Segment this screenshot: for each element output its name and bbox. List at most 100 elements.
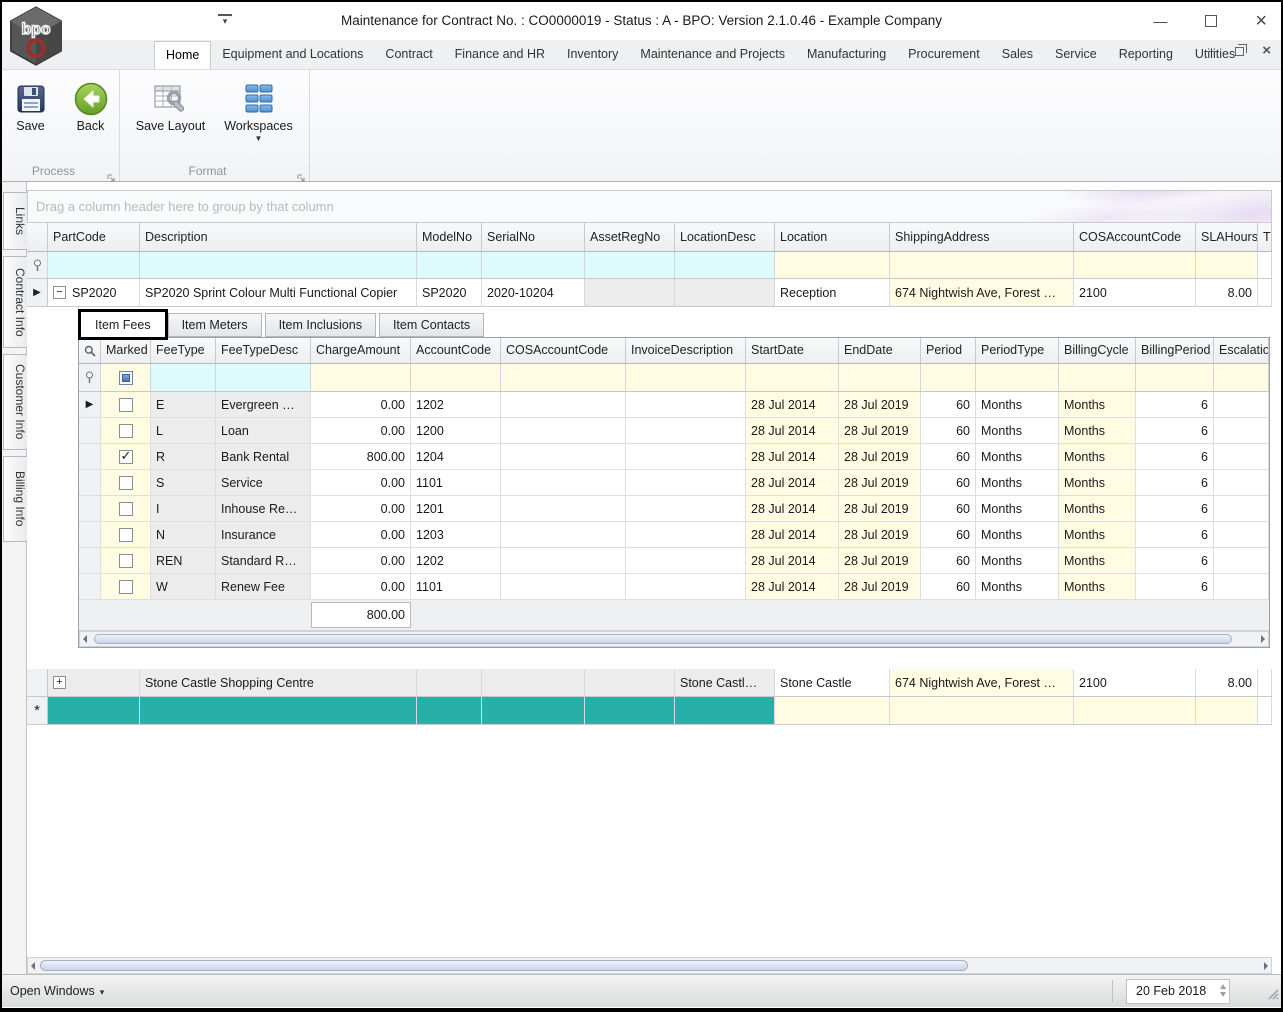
dialog-launcher-icon[interactable] <box>297 169 305 182</box>
detail-tab-item-contacts[interactable]: Item Contacts <box>378 313 485 337</box>
cell-billing-cycle[interactable]: Months <box>1059 444 1136 469</box>
marked-checkbox[interactable] <box>118 527 133 542</box>
scrollbar-thumb[interactable] <box>40 960 968 971</box>
cell-billing-period[interactable]: 6 <box>1136 496 1214 521</box>
cell-account-code[interactable]: 1200 <box>411 418 501 443</box>
filter-cell-end-date[interactable] <box>839 364 921 391</box>
cell-marked[interactable] <box>101 522 151 547</box>
column-header-period[interactable]: Period <box>921 338 976 363</box>
filter-cell-model-no[interactable] <box>417 252 482 278</box>
cell-period-type[interactable]: Months <box>976 574 1059 599</box>
ribbon-tab-procurement[interactable]: Procurement <box>897 41 991 69</box>
cell-location[interactable]: Reception <box>775 279 890 306</box>
column-header-accountcode[interactable]: AccountCode <box>411 338 501 363</box>
filter-cell-account-code[interactable] <box>411 364 501 391</box>
marked-checkbox[interactable] <box>118 423 133 438</box>
cell-invoice-description[interactable] <box>626 548 746 573</box>
search-icon[interactable] <box>79 338 101 363</box>
cell-shipping-address[interactable]: 674 Nightwish Ave, Forest … <box>890 669 1074 696</box>
column-header-t[interactable]: T <box>1258 223 1272 251</box>
cell-shipping-address[interactable] <box>890 697 1074 724</box>
cell-escalation[interactable] <box>1214 496 1269 521</box>
resize-grip-icon[interactable] <box>1266 987 1279 1005</box>
maximize-button[interactable] <box>1205 15 1218 27</box>
side-tab-contract-info[interactable]: Contract Info <box>3 256 27 348</box>
cell-escalation[interactable] <box>1214 574 1269 599</box>
scroll-right-icon[interactable] <box>1264 961 1268 970</box>
cell-escalation[interactable] <box>1214 444 1269 469</box>
cell-period-type[interactable]: Months <box>976 548 1059 573</box>
column-header-enddate[interactable]: EndDate <box>839 338 921 363</box>
filter-cell-invoice-description[interactable] <box>626 364 746 391</box>
cell-period-type[interactable]: Months <box>976 392 1059 417</box>
cell-fee-type-desc[interactable]: Standard R… <box>216 548 311 573</box>
date-spinner[interactable]: 20 Feb 2018 <box>1126 979 1230 1004</box>
cell-escalation[interactable] <box>1214 470 1269 495</box>
column-header-invoicedescription[interactable]: InvoiceDescription <box>626 338 746 363</box>
ribbon-tab-inventory[interactable]: Inventory <box>556 41 629 69</box>
cell-invoice-description[interactable] <box>626 418 746 443</box>
ribbon-tab-home[interactable]: Home <box>154 41 212 69</box>
side-tab-customer-info[interactable]: Customer Info <box>3 354 27 450</box>
cell-marked[interactable] <box>101 418 151 443</box>
cell-invoice-description[interactable] <box>626 470 746 495</box>
cell-part-code[interactable] <box>48 697 140 724</box>
cell-cos-account-code[interactable]: 2100 <box>1074 669 1196 696</box>
save-layout-button[interactable]: Save Layout <box>129 77 213 133</box>
cell-end-date[interactable]: 28 Jul 2019 <box>839 392 921 417</box>
cell-cos-account-code[interactable] <box>501 496 626 521</box>
cell-billing-cycle[interactable]: Months <box>1059 470 1136 495</box>
ribbon-minimize-icon[interactable]: — <box>1204 44 1217 57</box>
cell-charge-amount[interactable]: 0.00 <box>311 392 411 417</box>
column-header-locationdesc[interactable]: LocationDesc <box>675 223 775 251</box>
cell-billing-cycle[interactable]: Months <box>1059 496 1136 521</box>
side-tab-billing-info[interactable]: Billing Info <box>3 456 27 542</box>
cell-period-type[interactable]: Months <box>976 444 1059 469</box>
cell-period[interactable]: 60 <box>921 548 976 573</box>
cell-period[interactable]: 60 <box>921 418 976 443</box>
cell-period-type[interactable]: Months <box>976 418 1059 443</box>
column-header-feetypedesc[interactable]: FeeTypeDesc <box>216 338 311 363</box>
cell-account-code[interactable]: 1101 <box>411 470 501 495</box>
cell-account-code[interactable]: 1101 <box>411 574 501 599</box>
cell-charge-amount[interactable]: 0.00 <box>311 470 411 495</box>
cell-end-date[interactable]: 28 Jul 2019 <box>839 444 921 469</box>
cell-fee-type[interactable]: S <box>151 470 216 495</box>
cell-account-code[interactable]: 1203 <box>411 522 501 547</box>
cell-asset-reg-no[interactable] <box>585 279 675 306</box>
column-header-description[interactable]: Description <box>140 223 417 251</box>
filter-cell-part-code[interactable] <box>48 252 140 278</box>
cell-billing-period[interactable]: 6 <box>1136 548 1214 573</box>
detail-tab-item-meters[interactable]: Item Meters <box>167 313 262 337</box>
filter-cell-start-date[interactable] <box>746 364 839 391</box>
cell-serial-no[interactable]: 2020-10204 <box>482 279 585 306</box>
cell-billing-period[interactable]: 6 <box>1136 418 1214 443</box>
cell-cos-account-code[interactable] <box>501 444 626 469</box>
cell-marked[interactable] <box>101 548 151 573</box>
ribbon-tab-reporting[interactable]: Reporting <box>1108 41 1184 69</box>
master-horizontal-scrollbar[interactable] <box>27 957 1272 974</box>
detail-tab-item-inclusions[interactable]: Item Inclusions <box>264 313 376 337</box>
cell-sla-hours[interactable]: 8.00 <box>1196 669 1258 696</box>
column-header-marked[interactable]: Marked <box>101 338 151 363</box>
detail-tab-item-fees[interactable]: Item Fees <box>78 309 168 340</box>
cell-sla-hours[interactable] <box>1196 697 1258 724</box>
cell-part-code[interactable]: + <box>48 669 140 696</box>
filter-cell-cos-account-code[interactable] <box>1074 252 1196 278</box>
cell-start-date[interactable]: 28 Jul 2014 <box>746 418 839 443</box>
cell-fee-type-desc[interactable]: Renew Fee <box>216 574 311 599</box>
filter-cell-period[interactable] <box>921 364 976 391</box>
cell-fee-type-desc[interactable]: Inhouse Re… <box>216 496 311 521</box>
group-by-panel[interactable]: Drag a column header here to group by th… <box>27 190 1272 223</box>
filter-cell-billing-period[interactable] <box>1136 364 1214 391</box>
cell-marked[interactable] <box>101 392 151 417</box>
close-button[interactable]: × <box>1255 11 1267 31</box>
filter-cell-shipping-address[interactable] <box>890 252 1074 278</box>
cell-serial-no[interactable] <box>482 697 585 724</box>
column-header-chargeamount[interactable]: ChargeAmount <box>311 338 411 363</box>
ribbon-tab-maintenance-and-projects[interactable]: Maintenance and Projects <box>629 41 796 69</box>
cell-account-code[interactable]: 1204 <box>411 444 501 469</box>
cell-end-date[interactable]: 28 Jul 2019 <box>839 496 921 521</box>
filter-cell-fee-type[interactable] <box>151 364 216 391</box>
filter-cell-asset-reg-no[interactable] <box>585 252 675 278</box>
